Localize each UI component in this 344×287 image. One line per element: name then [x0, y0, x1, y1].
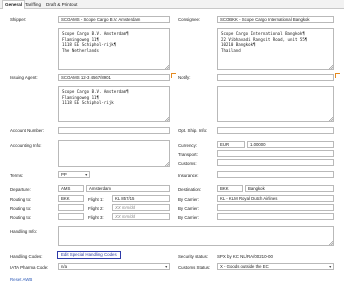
orange-marker-icon — [171, 73, 176, 78]
flight-1-label: Flight 1: — [88, 197, 104, 202]
orange-marker-icon — [335, 73, 340, 78]
opt-ship-info-field[interactable] — [217, 127, 334, 134]
chevron-down-icon: ▼ — [328, 265, 332, 269]
departure-name-field[interactable]: Amsterdam — [86, 185, 170, 192]
terms-label: Terms: — [10, 173, 24, 178]
currency-label: Currency: — [178, 143, 198, 148]
destination-code-field[interactable]: BKK — [217, 185, 243, 192]
customs-status-label: Customs Status: — [178, 265, 211, 270]
tab-bar: General Tariffing Draft & Printout — [0, 0, 344, 9]
consignee-address-field[interactable]: Scope Cargo International Bangkok¶ 22 Vi… — [217, 28, 334, 70]
issuing-agent-address-field[interactable]: Scope Cargo B.V. Amsterdam¶ Flamingoweg … — [58, 86, 170, 122]
customs-field[interactable] — [217, 159, 334, 166]
customs-status-select[interactable]: X - Goods outside the EC ▼ — [217, 263, 334, 270]
tab-tariffing[interactable]: Tariffing — [25, 1, 41, 9]
routing-to-3-field[interactable] — [58, 213, 84, 220]
by-carrier-2-label: By Carrier: — [178, 206, 199, 211]
shipper-label: Shipper: — [10, 17, 27, 22]
routing-to-2-field[interactable] — [58, 204, 84, 211]
notify-label: Notify: — [178, 75, 191, 80]
transport-label: Transport: — [178, 152, 198, 157]
accounting-info-label: Accounting Info: — [10, 143, 42, 148]
consignee-code-field[interactable]: SCOBKK - Scope Cargo International Bangk… — [217, 16, 334, 23]
resize-grip-icon[interactable] — [165, 162, 169, 166]
handling-info-label: Handling Info: — [10, 229, 38, 234]
accounting-info-field[interactable] — [58, 140, 170, 167]
destination-label: Destination: — [178, 187, 202, 192]
resize-grip-icon[interactable] — [165, 117, 169, 121]
handling-codes-label: Handling Codes: — [10, 254, 43, 259]
shipper-code-field[interactable]: SCOAMS - Scope Cargo B.V. Amsterdam — [58, 16, 170, 23]
currency-rate-field[interactable]: 1.00000 — [247, 141, 334, 148]
resize-grip-icon[interactable] — [329, 117, 333, 121]
by-carrier-1-label: By Carrier: — [178, 197, 199, 202]
opt-ship-info-label: Opt. Ship. Info: — [178, 128, 208, 133]
routing-to-2-label: Routing to: — [10, 206, 32, 211]
flight-2-label: Flight 2: — [88, 206, 104, 211]
resize-grip-icon[interactable] — [165, 65, 169, 69]
by-carrier-3-field[interactable] — [217, 213, 334, 220]
routing-to-1-field[interactable]: BKK — [58, 195, 84, 202]
insurance-field[interactable] — [217, 171, 334, 178]
security-status-value: SPX by KC NL/RA/00210-00 — [217, 254, 273, 259]
notify-address-field[interactable] — [217, 86, 334, 122]
customs-label: Customs: — [178, 161, 197, 166]
by-carrier-3-label: By Carrier: — [178, 215, 199, 220]
account-number-label: Account Number: — [10, 128, 44, 133]
insurance-label: Insurance: — [178, 173, 199, 178]
departure-code-field[interactable]: AMS — [58, 185, 84, 192]
routing-to-1-label: Routing to: — [10, 197, 32, 202]
flight-3-field[interactable]: XX mm/dd — [112, 213, 170, 220]
account-number-field[interactable] — [58, 127, 170, 134]
tab-general[interactable]: General — [2, 0, 26, 9]
edit-special-handling-codes-button[interactable]: Edit Special Handling Codes — [57, 251, 121, 259]
terms-select[interactable]: PP ▼ — [58, 171, 90, 178]
destination-name-field[interactable]: Bangkok — [245, 185, 334, 192]
reset-awb-link[interactable]: Reset AWB — [10, 277, 32, 282]
by-carrier-2-field[interactable] — [217, 204, 334, 211]
consignee-label: Consignee: — [178, 17, 201, 22]
shipper-address-field[interactable]: Scope Cargo B.V. Amsterdam¶ Flamingoweg … — [58, 28, 170, 70]
chevron-down-icon: ▼ — [164, 265, 168, 269]
by-carrier-1-field[interactable]: KL - KLM Royal Dutch Airlines — [217, 195, 334, 202]
iata-pharma-code-select[interactable]: n/a ▼ — [58, 263, 170, 270]
transport-field[interactable] — [217, 150, 334, 157]
tab-draft-printout[interactable]: Draft & Printout — [46, 1, 77, 9]
routing-to-3-label: Routing to: — [10, 215, 32, 220]
iata-pharma-code-label: IATA Pharma Code: — [10, 265, 49, 270]
chevron-down-icon: ▼ — [84, 173, 88, 177]
currency-code-field[interactable]: EUR — [217, 141, 245, 148]
handling-info-field[interactable] — [58, 226, 334, 246]
flight-3-label: Flight 3: — [88, 215, 104, 220]
security-status-label: Security status: — [178, 254, 209, 259]
resize-grip-icon[interactable] — [329, 241, 333, 245]
flight-1-field[interactable]: KL 857/15 — [112, 195, 170, 202]
departure-label: Departure: — [10, 187, 31, 192]
resize-grip-icon[interactable] — [329, 65, 333, 69]
flight-2-field[interactable]: XX mm/dd — [112, 204, 170, 211]
notify-code-field[interactable] — [217, 74, 334, 81]
issuing-agent-label: Issuing Agent: — [10, 75, 38, 80]
issuing-agent-code-field[interactable]: SCOAMS 12-3 4567/8901 — [58, 74, 170, 81]
